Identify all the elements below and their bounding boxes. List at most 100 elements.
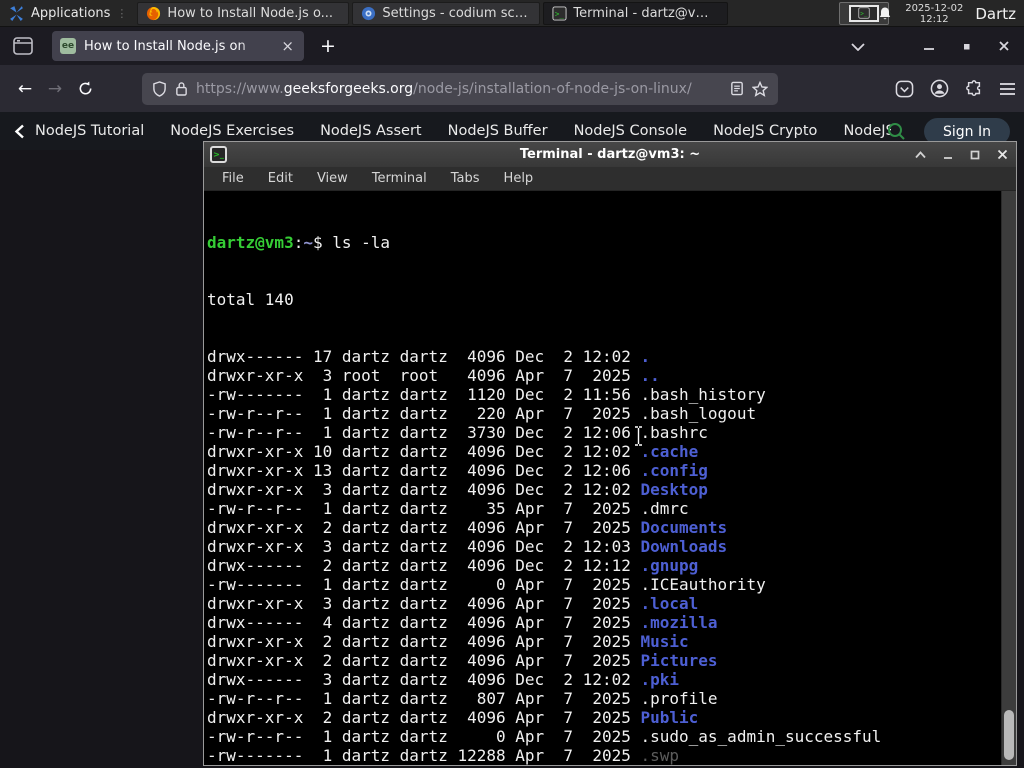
terminal-body[interactable]: dartz@vm3:~$ ls -la total 140 drwx------… [204,191,1016,765]
listing-filename: Music [640,632,689,651]
terminal-scrollbar[interactable] [1001,191,1016,765]
taskbar-window-title: How to Install Node.js o... [167,5,334,21]
terminal-menubar: File Edit View Terminal Tabs Help [204,167,1016,191]
browser-tab-bar: ee How to Install Node.js on × + [0,27,1024,65]
taskbar-window-settings[interactable]: Settings - codium script... [352,1,541,25]
subnav-item[interactable]: NodeJS Assert [320,123,422,139]
terminal-output-line: drwxr-xr-x 3 dartz dartz 4096 Dec 2 12:0… [207,480,708,499]
notification-bell-icon[interactable] [877,6,893,22]
listing-filename: .pki [640,670,680,689]
listing-filename: .cache [640,442,699,461]
listing-filename: . [640,347,651,366]
window-minimize-icon[interactable] [923,40,935,52]
listing-filename: .. [640,366,660,385]
browser-window-controls [851,27,1024,65]
applications-label: Applications [31,5,111,21]
listing-filename: Public [640,708,699,727]
tab-close-icon[interactable]: × [279,37,296,55]
terminal-output-line: -rw-r--r-- 1 dartz dartz 807 Apr 7 2025 … [207,689,718,708]
taskbar: Applications ⋮ How to Install Node.js o.… [0,0,1024,27]
applications-menu-button[interactable]: Applications ⋮ [0,0,137,27]
tab-title: How to Install Node.js on [84,38,246,54]
subnav-item[interactable]: NodeJS Tutorial [35,123,144,139]
terminal-output-line: drwxr-xr-x 10 dartz dartz 4096 Dec 2 12:… [207,442,699,461]
terminal-command: ls -la [332,233,391,252]
terminal-output-line: drwxr-xr-x 2 dartz dartz 4096 Apr 7 2025… [207,518,728,537]
taskbar-window-title: Terminal - dartz@vm3: ~ [573,5,720,21]
svg-text:>_: >_ [861,10,869,17]
terminal-close-icon[interactable] [997,149,1008,160]
list-all-tabs-icon[interactable] [851,42,865,51]
listing-filename: .bash_logout [640,404,757,423]
subnav-item[interactable]: NodeJS DNS [843,123,891,139]
pocket-icon[interactable] [895,80,914,98]
listing-filename: Desktop [640,480,708,499]
terminal-output-line: -rw------- 1 dartz dartz 12288 Apr 7 202… [207,746,680,765]
system-tray: 2025-12-02 12:12 Dartz [877,0,1024,27]
panel-separator: ⋮ [116,6,127,20]
menu-hamburger-icon[interactable] [999,82,1016,96]
taskbar-window-title: Settings - codium script... [382,5,532,21]
terminal-output-line: -rw-r--r-- 1 dartz dartz 0 Apr 7 2025 .s… [207,727,882,746]
terminal-output-line: drwxr-xr-x 3 dartz dartz 4096 Apr 7 2025… [207,594,699,613]
terminal-output-line: -rw-r--r-- 1 dartz dartz 3730 Dec 2 12:0… [207,423,708,442]
listing-filename: .local [640,594,699,613]
lock-icon[interactable] [175,81,188,96]
terminal-shade-icon[interactable] [915,150,926,159]
listing-filename: .dmrc [640,499,689,518]
listing-filename: .mozilla [640,613,718,632]
shield-icon[interactable] [152,80,167,97]
menu-help[interactable]: Help [504,171,534,186]
listing-filename: .gnupg [640,556,699,575]
subnav-items: NodeJS Tutorial NodeJS Exercises NodeJS … [35,123,891,139]
listing-filename: .ICEauthority [640,575,766,594]
reload-icon[interactable] [70,74,100,104]
terminal-minimize-icon[interactable] [943,150,953,160]
menu-tabs[interactable]: Tabs [451,171,480,186]
subnav-item[interactable]: NodeJS Console [574,123,688,139]
terminal-window-title: Terminal - dartz@vm3: ~ [519,147,701,162]
firefox-view-icon[interactable] [8,32,38,60]
new-tab-button[interactable]: + [314,35,342,57]
terminal-output-line: drwxr-xr-x 2 dartz dartz 4096 Apr 7 2025… [207,651,718,670]
menu-terminal[interactable]: Terminal [372,171,427,186]
terminal-titlebar[interactable]: >_ Terminal - dartz@vm3: ~ [204,142,1016,167]
subnav-item[interactable]: NodeJS Exercises [170,123,294,139]
menu-view[interactable]: View [317,171,348,186]
browser-tab-active[interactable]: ee How to Install Node.js on × [52,31,304,61]
listing-filename: Documents [640,518,728,537]
listing-filename: .bash_history [640,385,766,404]
reader-mode-icon[interactable] [730,81,744,96]
window-close-icon[interactable] [998,40,1010,52]
taskbar-window-firefox[interactable]: How to Install Node.js o... [137,1,350,25]
terminal-app-icon: >_ [552,5,567,21]
text-cursor-pointer [633,426,644,446]
account-icon[interactable] [930,79,949,98]
listing-filename: Pictures [640,651,718,670]
panel-clock[interactable]: 2025-12-02 12:12 [905,3,963,25]
search-icon[interactable] [887,122,906,141]
user-menu[interactable]: Dartz [975,5,1016,23]
menu-file[interactable]: File [222,171,244,186]
url-text[interactable]: https://www.geeksforgeeks.org/node-js/in… [196,81,722,97]
settings-app-icon [361,6,376,21]
toolbar-right-icons [895,65,1016,112]
window-restore-icon[interactable] [961,41,972,52]
menu-edit[interactable]: Edit [268,171,293,186]
clock-date: 2025-12-02 [905,2,964,14]
subnav-item[interactable]: NodeJS Buffer [448,123,548,139]
terminal-window: >_ Terminal - dartz@vm3: ~ File Edit Vie… [203,141,1017,766]
url-bar[interactable]: https://www.geeksforgeeks.org/node-js/in… [142,72,778,105]
terminal-output-line: drwx------ 17 dartz dartz 4096 Dec 2 12:… [207,347,651,366]
extensions-puzzle-icon[interactable] [965,79,983,98]
subnav-item[interactable]: NodeJS Crypto [713,123,817,139]
taskbar-window-terminal[interactable]: >_ Terminal - dartz@vm3: ~ [543,1,729,25]
terminal-output[interactable]: dartz@vm3:~$ ls -la total 140 drwx------… [204,191,1001,765]
terminal-scrollbar-thumb[interactable] [1004,710,1014,760]
bookmark-star-icon[interactable] [752,80,768,97]
forward-icon[interactable]: → [40,74,70,104]
clock-time: 12:12 [919,13,949,25]
nav-scroll-left-icon[interactable] [14,124,25,139]
back-icon[interactable]: ← [10,74,40,104]
terminal-maximize-icon[interactable] [970,150,980,160]
